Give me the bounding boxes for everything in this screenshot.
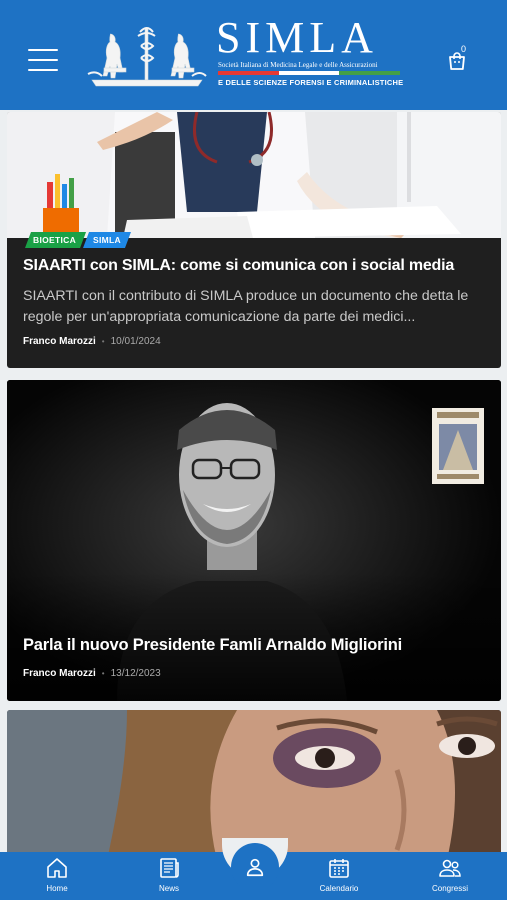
calendar-icon (329, 859, 349, 878)
logo-emblem-icon (87, 27, 207, 87)
nav-congressi-label: Congressi (431, 884, 468, 893)
people-icon (439, 859, 461, 877)
article-title[interactable]: Parla il nuovo Presidente Famli Arnaldo … (23, 636, 402, 655)
tag-bioetica[interactable]: BIOETICA (25, 232, 86, 248)
profile-button[interactable] (231, 843, 279, 891)
article-date: 10/01/2024 (110, 336, 161, 347)
article-image-doctor (7, 112, 501, 238)
article-card[interactable]: BIOETICA SIMLA SIAARTI con SIMLA: come s… (7, 112, 501, 368)
meta-separator: • (101, 337, 105, 346)
simla-logo[interactable]: SIMLA Società Italiana di Medicina Legal… (86, 14, 406, 94)
article-card[interactable]: Parla il nuovo Presidente Famli Arnaldo … (7, 380, 501, 701)
logo-title: SIMLA (216, 13, 378, 62)
tag-list: BIOETICA SIMLA (25, 232, 131, 248)
top-app-bar: SIMLA Società Italiana di Medicina Legal… (0, 0, 507, 110)
app-screen: SIMLA Società Italiana di Medicina Legal… (0, 0, 507, 900)
article-title[interactable]: SIAARTI con SIMLA: come si comunica con … (23, 257, 454, 275)
meta-separator: • (101, 669, 105, 678)
news-icon (160, 858, 179, 878)
article-excerpt: SIAARTI con il contributo di SIMLA produ… (23, 288, 469, 325)
nav-home[interactable]: Home (17, 856, 97, 900)
nav-home-label: Home (46, 884, 68, 893)
logo-subtitle: Società Italiana di Medicina Legale e de… (218, 61, 378, 69)
home-icon (47, 858, 67, 878)
nav-calendario[interactable]: Calendario (299, 856, 379, 900)
article-date: 13/12/2023 (110, 668, 161, 679)
cart-count-badge: 0 (461, 44, 467, 54)
nav-news[interactable]: News (129, 856, 209, 900)
article-author[interactable]: Franco Marozzi (23, 668, 96, 679)
article-author[interactable]: Franco Marozzi (23, 336, 96, 347)
menu-icon[interactable] (28, 49, 58, 73)
logo-tagline: E DELLE SCIENZE FORENSI E CRIMINALISTICH… (218, 78, 404, 87)
nav-news-label: News (158, 884, 179, 893)
article-meta: Franco Marozzi • 13/12/2023 (23, 668, 161, 679)
italian-flag-stripe (218, 71, 401, 75)
nav-calendario-label: Calendario (319, 884, 359, 893)
tag-simla[interactable]: SIMLA (83, 232, 131, 248)
nav-congressi[interactable]: Congressi (410, 856, 490, 900)
article-meta: Franco Marozzi • 10/01/2024 (23, 336, 161, 347)
user-icon (246, 858, 264, 877)
